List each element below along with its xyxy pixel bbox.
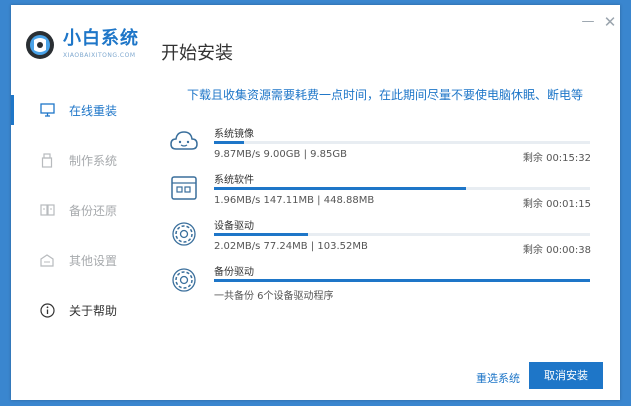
progress-bar: [214, 187, 590, 190]
notice-text: 下载且收集资源需要耗费一点时间，在此期间尽量不要使电脑休眠、断电等: [187, 88, 584, 102]
page-title: 开始安装: [161, 43, 233, 64]
task-name: 系统软件: [214, 175, 254, 186]
progress-fill: [214, 233, 308, 236]
brand: 小白系统 XIAOBAIXITONG.COM: [63, 29, 139, 60]
task-name: 备份驱动: [214, 267, 254, 278]
sidebar-item-online-reinstall[interactable]: 在线重装: [11, 85, 159, 135]
backup-restore-icon: [39, 202, 55, 218]
progress-fill: [214, 279, 590, 282]
brand-name: 小白系统: [63, 28, 139, 49]
task-name: 系统镜像: [214, 129, 254, 140]
sidebar-item-label: 其他设置: [69, 253, 118, 268]
gear-icon: [172, 268, 196, 292]
progress-bar: [214, 141, 590, 144]
sidebar-item-other-settings[interactable]: 其他设置: [11, 235, 159, 285]
progress-fill: [214, 141, 245, 144]
sidebar-item-label: 制作系统: [69, 153, 118, 168]
task-info: 一共备份 6个设备驱动程序: [214, 291, 334, 302]
sidebar-item-backup-restore[interactable]: 备份还原: [11, 185, 159, 235]
installer-window: 小白系统 XIAOBAIXITONG.COM 开始安装 — ✕ 在线重装 制作系…: [11, 5, 620, 400]
app-logo: [26, 31, 54, 59]
sidebar-item-make-system[interactable]: 制作系统: [11, 135, 159, 185]
settings-box-icon: [39, 252, 55, 268]
reselect-system-button[interactable]: 重选系统: [476, 370, 520, 386]
task-remaining: 剩余 00:00:38: [522, 245, 591, 256]
download-task-system-software: 系统软件 1.96MB/s 147.11MB | 448.88MB 剩余 00:…: [169, 171, 599, 215]
task-remaining: 剩余 00:15:32: [522, 153, 591, 164]
gear-icon: [172, 222, 196, 246]
apps-grid-icon: [171, 176, 197, 200]
task-remaining: 剩余 00:01:15: [522, 199, 591, 210]
title-bar: 小白系统 XIAOBAIXITONG.COM 开始安装 — ✕: [11, 5, 620, 75]
task-info: 2.02MB/s 77.24MB | 103.52MB: [214, 241, 368, 252]
sidebar-item-label: 备份还原: [69, 203, 118, 218]
download-task-device-drivers: 设备驱动 2.02MB/s 77.24MB | 103.52MB 剩余 00:0…: [169, 217, 599, 261]
progress-fill: [214, 187, 466, 190]
sidebar-item-label: 关于帮助: [69, 303, 118, 318]
task-name: 设备驱动: [214, 221, 254, 232]
sidebar: 在线重装 制作系统 备份还原 其他设置 关于帮助: [11, 85, 159, 345]
cancel-install-button[interactable]: 取消安装: [529, 362, 603, 389]
cloud-face-icon: [170, 131, 198, 150]
monitor-icon: [39, 102, 55, 118]
backup-task-drivers: 备份驱动 一共备份 6个设备驱动程序: [169, 263, 599, 307]
info-icon: [39, 302, 55, 318]
minimize-icon[interactable]: —: [579, 13, 597, 31]
sidebar-item-about-help[interactable]: 关于帮助: [11, 285, 159, 335]
task-info: 1.96MB/s 147.11MB | 448.88MB: [214, 195, 375, 206]
brand-subtitle: XIAOBAIXITONG.COM: [63, 52, 136, 59]
usb-drive-icon: [39, 152, 55, 168]
progress-bar: [214, 233, 590, 236]
progress-bar: [214, 279, 590, 282]
sidebar-item-label: 在线重装: [69, 103, 118, 118]
download-task-system-image: 系统镜像 9.87MB/s 9.00GB | 9.85GB 剩余 00:15:3…: [169, 125, 599, 169]
close-icon[interactable]: ✕: [601, 13, 619, 31]
task-info: 9.87MB/s 9.00GB | 9.85GB: [214, 149, 347, 160]
